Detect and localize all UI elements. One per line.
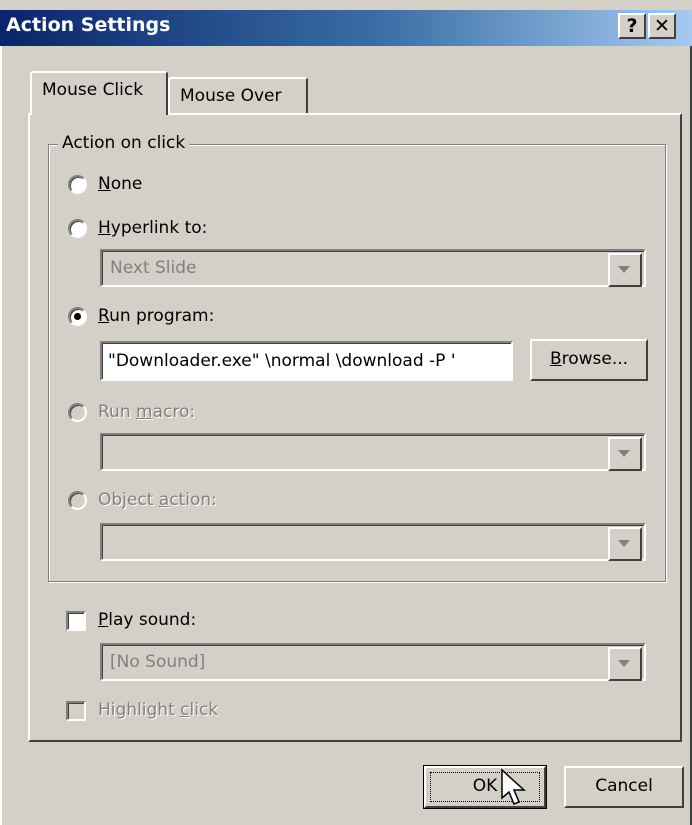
label-play-sound[interactable]: Play sound: — [98, 610, 196, 630]
label-highlight-click: Highlight click — [98, 700, 219, 720]
close-icon: ✕ — [654, 15, 670, 37]
run-program-input[interactable]: "Downloader.exe" \normal \download -P ' — [100, 341, 513, 381]
tab-label: Mouse Over — [180, 86, 282, 106]
radio-selected-dot — [74, 313, 81, 320]
sound-select: [No Sound] — [100, 643, 646, 681]
chevron-down-icon — [608, 647, 642, 681]
radio-run-macro[interactable] — [68, 403, 87, 422]
help-button[interactable]: ? — [618, 13, 646, 39]
radio-hyperlink[interactable] — [68, 219, 87, 238]
close-button[interactable]: ✕ — [648, 13, 676, 39]
label-none[interactable]: None — [98, 174, 142, 194]
chevron-down-icon — [608, 437, 642, 471]
sound-value: [No Sound] — [110, 652, 206, 672]
radio-run-program[interactable] — [68, 307, 87, 326]
tab-label: Mouse Click — [42, 80, 144, 100]
hyperlink-select: Next Slide — [100, 249, 646, 287]
label-object-action: Object action: — [98, 490, 217, 510]
cancel-button[interactable]: Cancel — [564, 766, 684, 808]
radio-none[interactable] — [68, 175, 87, 194]
highlight-click-checkbox[interactable] — [66, 701, 86, 721]
chevron-down-icon — [608, 527, 642, 561]
play-sound-checkbox[interactable] — [66, 611, 86, 631]
tab-mouse-over[interactable]: Mouse Over — [168, 77, 308, 113]
run-macro-select — [100, 433, 646, 471]
tab-mouse-click[interactable]: Mouse Click — [30, 71, 168, 115]
label-run-macro: Run macro: — [98, 402, 196, 422]
chevron-down-icon — [608, 253, 642, 287]
browse-button[interactable]: Browse... — [530, 339, 648, 381]
radio-object-action[interactable] — [68, 491, 87, 510]
group-legend: Action on click — [58, 133, 190, 153]
object-action-select — [100, 523, 646, 561]
label-run-program[interactable]: Run program: — [98, 306, 214, 326]
hyperlink-value: Next Slide — [110, 258, 197, 278]
mouse-pointer-icon — [501, 768, 526, 805]
window-title: Action Settings — [6, 14, 171, 36]
label-hyperlink[interactable]: Hyperlink to: — [98, 218, 207, 238]
